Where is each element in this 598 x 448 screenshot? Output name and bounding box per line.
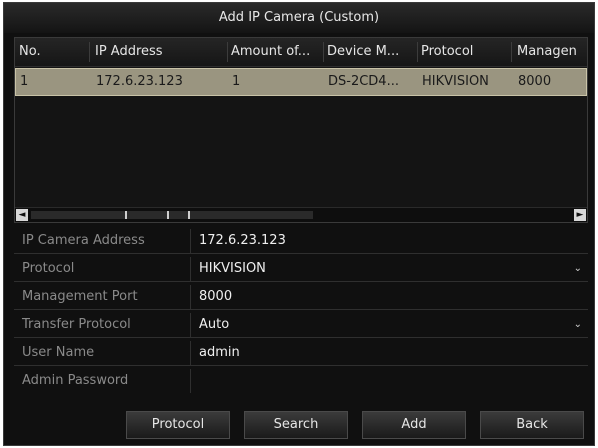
col-header-management-port[interactable]: Managen [517,38,587,66]
cell-management-port: 8000 [518,74,552,89]
protocol-button[interactable]: Protocol [126,411,230,439]
back-button[interactable]: Back [480,411,584,439]
management-port-field[interactable]: 8000 [190,285,588,309]
scrollbar-thumb[interactable] [31,211,313,219]
cell-amount: 1 [232,74,241,89]
column-divider[interactable] [227,42,228,62]
search-button[interactable]: Search [244,411,348,439]
camera-table: No. IP Address Amount of... Device M... … [14,37,588,223]
management-port-row: Management Port 8000 [14,285,588,310]
ip-camera-address-field[interactable]: 172.6.23.123 [190,229,588,253]
admin-password-field[interactable] [190,369,588,393]
add-button[interactable]: Add [362,411,466,439]
user-name-field[interactable]: admin [190,341,588,365]
transfer-protocol-select[interactable]: Auto ⌄ [190,313,588,337]
protocol-select[interactable]: HIKVISION ⌄ [190,257,588,281]
protocol-label: Protocol [22,261,75,276]
management-port-label: Management Port [22,289,138,304]
chevron-down-icon[interactable]: ⌄ [574,313,582,337]
cell-no: 1 [20,74,29,89]
col-header-amount[interactable]: Amount of... [231,38,323,66]
add-ip-camera-dialog: Add IP Camera (Custom) No. IP Address Am… [3,2,595,446]
column-divider[interactable] [323,42,324,62]
table-header: No. IP Address Amount of... Device M... … [15,38,587,67]
transfer-protocol-value: Auto [199,317,230,332]
button-bar: Protocol Search Add Back [4,407,594,443]
col-header-no[interactable]: No. [19,38,89,66]
camera-settings-form: IP Camera Address 172.6.23.123 Protocol … [14,229,588,397]
dialog-title: Add IP Camera (Custom) [4,3,594,33]
admin-password-label: Admin Password [22,373,129,388]
table-row[interactable]: 1 172.6.23.123 1 DS-2CD4... HIKVISION 80… [15,68,587,96]
column-divider[interactable] [511,42,512,62]
scroll-left-icon[interactable]: ◄ [16,209,28,221]
scroll-tick [167,211,169,219]
scroll-right-icon[interactable]: ► [574,209,586,221]
cell-protocol: HIKVISION [422,74,489,89]
column-divider[interactable] [89,42,90,62]
management-port-value: 8000 [199,289,233,304]
col-header-ip-address[interactable]: IP Address [95,38,225,66]
column-divider[interactable] [417,42,418,62]
transfer-protocol-label: Transfer Protocol [22,317,131,332]
ip-camera-address-value: 172.6.23.123 [199,233,286,248]
scroll-tick [188,211,190,219]
ip-camera-address-row: IP Camera Address 172.6.23.123 [14,229,588,254]
cell-ip-address: 172.6.23.123 [96,74,183,89]
user-name-value: admin [199,345,240,360]
user-name-row: User Name admin [14,341,588,366]
user-name-label: User Name [22,345,95,360]
scroll-tick [125,211,127,219]
col-header-protocol[interactable]: Protocol [421,38,509,66]
horizontal-scrollbar[interactable]: ◄ ► [15,207,587,222]
transfer-protocol-row: Transfer Protocol Auto ⌄ [14,313,588,338]
admin-password-row: Admin Password [14,369,588,393]
cell-device-model: DS-2CD4... [328,74,399,89]
ip-camera-address-label: IP Camera Address [22,233,145,248]
chevron-down-icon[interactable]: ⌄ [574,257,582,281]
protocol-row: Protocol HIKVISION ⌄ [14,257,588,282]
col-header-device-model[interactable]: Device M... [327,38,417,66]
protocol-value: HIKVISION [199,261,266,276]
